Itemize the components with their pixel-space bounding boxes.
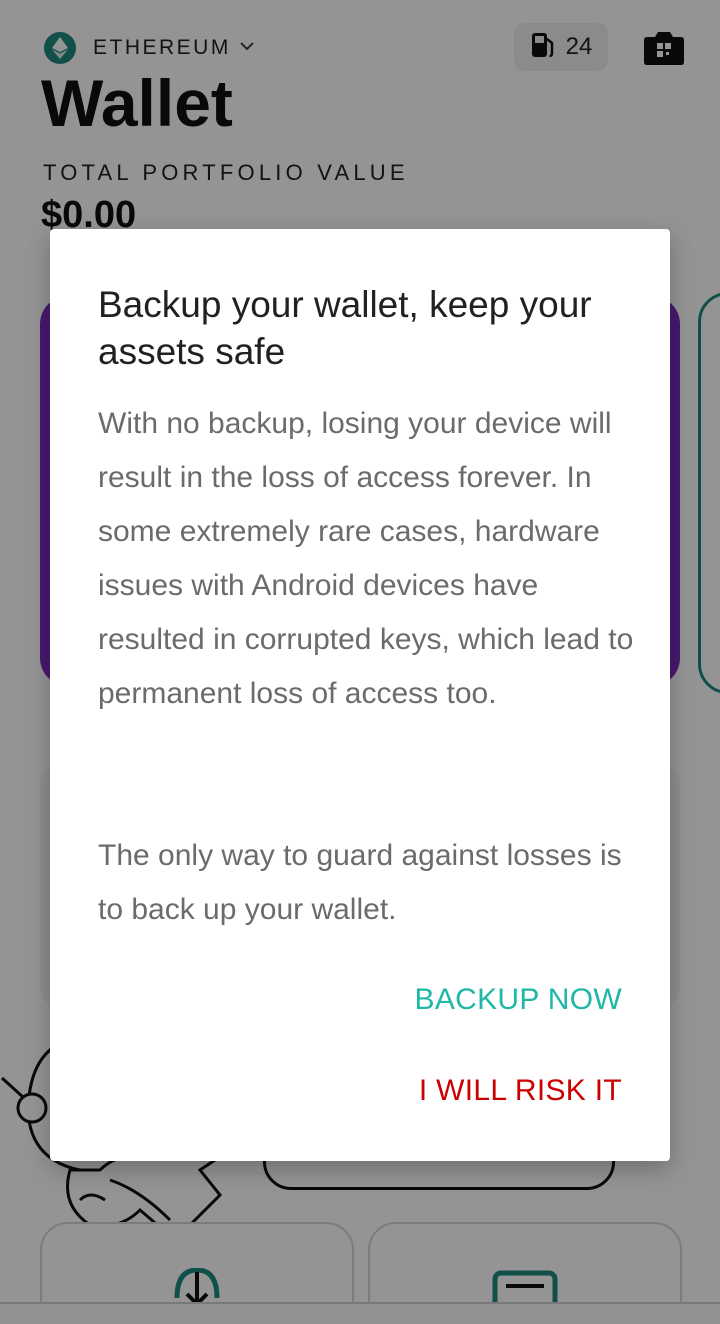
risk-it-button[interactable]: I WILL RISK IT: [419, 1074, 622, 1108]
backup-now-button[interactable]: BACKUP NOW: [415, 983, 622, 1017]
backup-dialog: Backup your wallet, keep your assets saf…: [50, 229, 670, 1161]
dialog-body-paragraph-2: The only way to guard against losses is …: [98, 839, 622, 926]
dialog-title: Backup your wallet, keep your assets saf…: [98, 284, 592, 372]
wallet-screen: ETHEREUM 24 Wallet TOTAL PORTFOLIO VALUE…: [0, 0, 720, 1324]
dialog-body-paragraph-1: With no backup, losing your device will …: [98, 407, 634, 710]
